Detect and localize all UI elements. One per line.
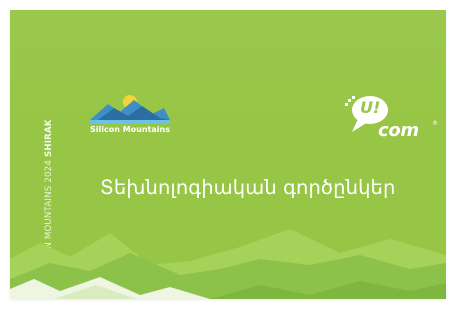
vertical-label-shirak: SHIRAK — [44, 119, 54, 158]
ucom-registered-mark: ® — [432, 120, 438, 127]
ucom-mark: U! — [360, 98, 381, 117]
event-card: SILICON MOUNTAINS 2024 SHIRAK Silicon Mo… — [10, 10, 446, 299]
headline: Տեխնոլոգիական գործընկեր — [100, 176, 396, 199]
silicon-mountains-name: Silicon Mountains — [90, 125, 170, 134]
silicon-mountains-logo — [90, 94, 170, 126]
ucom-brand-text: com — [378, 120, 419, 141]
mountains-icon — [90, 95, 170, 124]
hills-illustration — [10, 229, 446, 299]
